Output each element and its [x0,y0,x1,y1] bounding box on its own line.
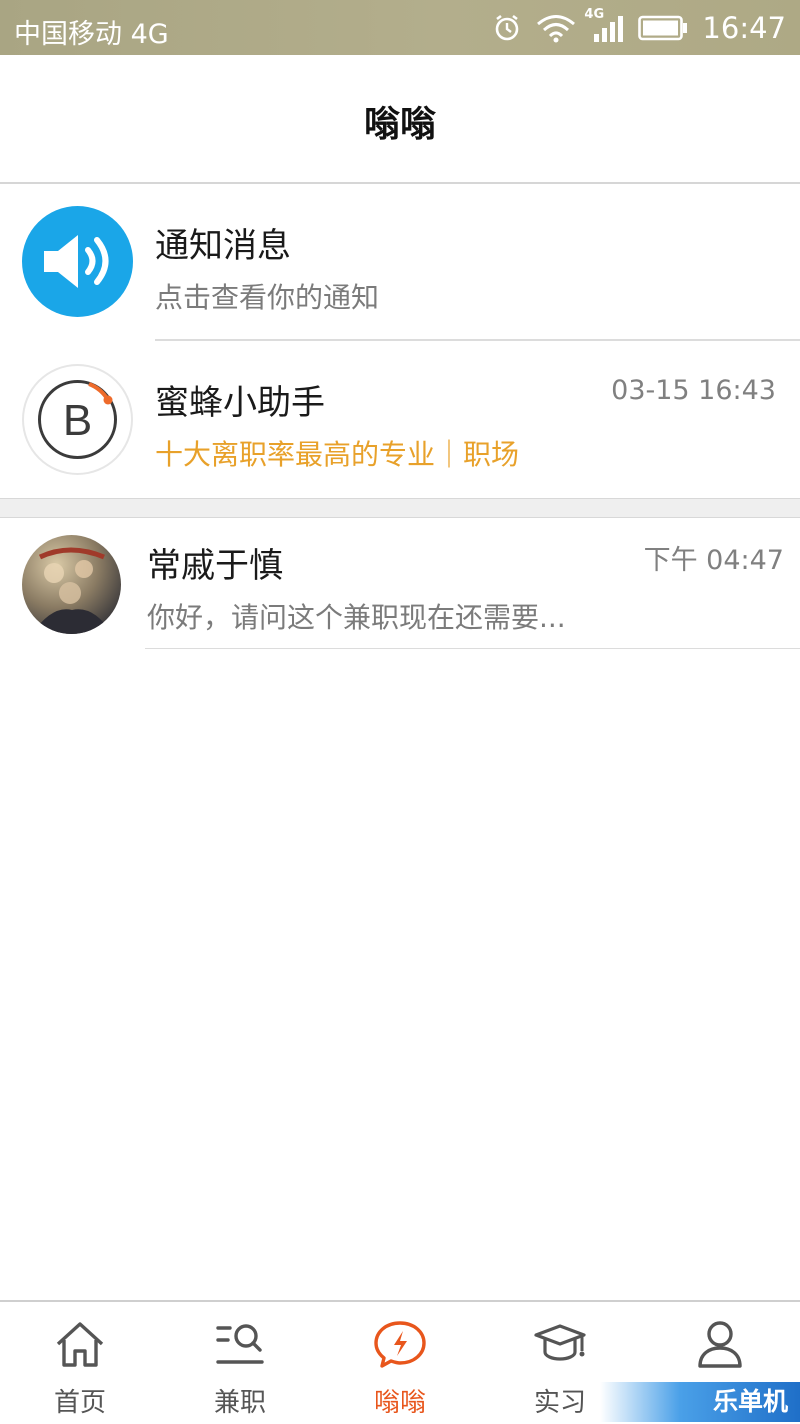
alarm-icon [492,13,522,43]
notification-avatar [22,206,133,317]
nav-tab-jobs[interactable]: 兼职 [160,1302,320,1422]
watermark: 乐单机 [600,1382,800,1422]
helper-name: 蜜蜂小助手 [155,383,325,423]
signal-icon: 4G [584,7,624,43]
speaker-icon [44,235,109,288]
helper-time: 03-15 16:43 [611,375,776,406]
notice-title: 通知消息 [155,226,291,266]
job-search-icon [216,1324,264,1364]
profile-icon [698,1321,742,1368]
chat-preview: 你好，请问这个兼职现在还需要... [147,601,566,634]
graduation-cap-icon [534,1324,586,1361]
helper-avatar-letter: B [63,396,92,445]
status-bar: 中国移动 4G 4G 16:47 [0,0,800,55]
wifi-icon [536,13,576,43]
section-divider [0,498,800,518]
nav-tab-messages[interactable]: 嗡嗡 [320,1302,480,1422]
carrier-label: 中国移动 4G [14,19,169,50]
page-title: 嗡嗡 [363,104,436,145]
chat-time: 下午 04:47 [643,545,784,576]
nav-label-messages: 嗡嗡 [373,1388,426,1418]
list-item-helper[interactable]: B 蜜蜂小助手 03-15 16:43 十大离职率最高的专业｜职场 [0,341,800,498]
list-item-notifications[interactable]: 通知消息 点击查看你的通知 [0,184,800,341]
nav-label-jobs: 兼职 [213,1388,266,1418]
page-header: 嗡嗡 [0,55,800,184]
clock-time: 16:47 [702,11,786,45]
battery-icon [638,15,688,41]
chat-avatar [22,535,121,634]
network-type-badge: 4G [584,7,605,22]
status-indicators: 4G 16:47 [492,7,786,48]
message-bolt-icon [374,1321,426,1368]
chat-name: 常戚于慎 [147,546,283,586]
home-icon [56,1322,104,1367]
nav-label-home: 首页 [53,1388,106,1418]
list-item-chat[interactable]: 常戚于慎 下午 04:47 你好，请问这个兼职现在还需要... [0,518,800,650]
notice-subtitle: 点击查看你的通知 [155,281,380,314]
nav-tab-home[interactable]: 首页 [0,1302,160,1422]
divider [145,648,800,649]
helper-message: 十大离职率最高的专业｜职场 [155,438,520,471]
helper-avatar: B [22,364,133,475]
